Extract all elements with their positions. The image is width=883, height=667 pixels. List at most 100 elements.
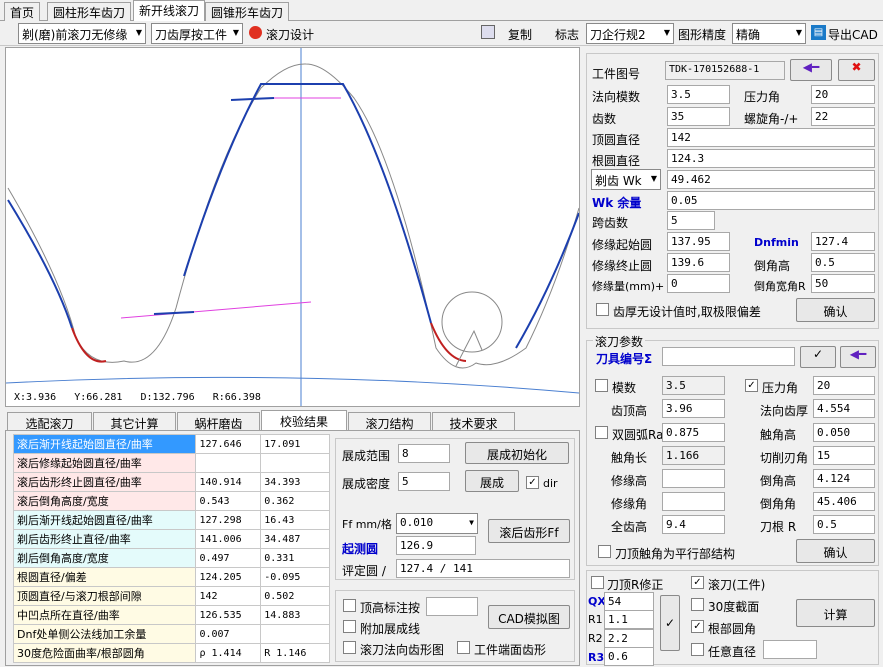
result-row[interactable]: 剃后齿形终止直径/曲率 141.006 34.487 [12, 529, 330, 549]
result-name[interactable]: 中凹点所在直径/曲率 [12, 605, 197, 625]
precision-combo[interactable]: 精确 [732, 23, 806, 44]
result-value-1[interactable]: 142 [195, 586, 262, 606]
normal-thick-input[interactable]: 4.554 [813, 399, 875, 418]
wk-margin-input[interactable]: 0.05 [667, 191, 875, 210]
generate-button[interactable]: 展成 [465, 470, 519, 492]
hob-normal-checkbox[interactable] [343, 641, 356, 654]
hob-pressure-checkbox[interactable]: ✓ [745, 379, 758, 392]
result-value-1[interactable]: 127.298 [195, 510, 262, 530]
result-value-2[interactable]: 34.487 [260, 529, 330, 549]
hob-module-input[interactable]: 3.5 [662, 376, 725, 395]
qx-input[interactable]: 54 [604, 592, 654, 611]
mod-h-input[interactable] [662, 469, 725, 488]
r1-input[interactable]: 1.1 [604, 610, 654, 629]
tab-tech-requirements[interactable]: 技术要求 [432, 412, 515, 431]
result-value-1[interactable]: 126.535 [195, 605, 262, 625]
result-value-2[interactable]: 14.883 [260, 605, 330, 625]
drawing-no-input[interactable]: TDK-170152688-1 [665, 61, 785, 80]
pressure-input[interactable]: 20 [811, 85, 875, 104]
result-value-2[interactable]: 0.362 [260, 491, 330, 511]
hob-chamfer-h-input[interactable]: 4.124 [813, 469, 875, 488]
generation-init-button[interactable]: 展成初始化 [465, 442, 569, 464]
result-name[interactable]: 30度危险面曲率/根部圆角 [12, 643, 197, 663]
hob-code-input[interactable] [662, 347, 795, 366]
result-row[interactable]: 中凹点所在直径/曲率 126.535 14.883 [12, 605, 330, 625]
ff-combo[interactable]: 0.010 [396, 513, 478, 534]
tab-cone-shaper[interactable]: 圆锥形车齿刀 [205, 2, 290, 21]
result-row[interactable]: Dnf处单侧公法线加工余量 0.007 [12, 624, 330, 644]
tip-mark-input[interactable] [426, 597, 478, 616]
tab-involute-hob[interactable]: 新开线滚刀 [133, 0, 206, 22]
dnfmin-input[interactable]: 127.4 [811, 232, 875, 251]
tab-other-calc[interactable]: 其它计算 [93, 412, 176, 431]
tab-cylinder-shaper[interactable]: 圆柱形车齿刀 [47, 2, 132, 21]
tip-h-input[interactable]: 0.050 [813, 423, 875, 442]
result-value-2[interactable]: 17.091 [260, 434, 330, 454]
r3-input[interactable]: 0.6 [604, 647, 654, 666]
chamfer-h-input[interactable]: 0.5 [811, 253, 875, 272]
result-name[interactable]: 滚后齿形终止圆直径/曲率 [12, 472, 197, 492]
result-value-2[interactable]: 0.502 [260, 586, 330, 606]
deg30-checkbox[interactable] [691, 598, 704, 611]
calc-apply-button[interactable]: ✓ [660, 595, 680, 651]
ff-after-hob-button[interactable]: 滚后齿形Ff [488, 519, 570, 543]
eval-circle-input[interactable]: 127.4 / 141 [396, 559, 570, 578]
mark-combo[interactable]: 刀企行规2 [586, 23, 674, 44]
tip-len-input[interactable]: 1.166 [662, 446, 725, 465]
mod-start-input[interactable]: 137.95 [667, 232, 730, 251]
span-input[interactable]: 5 [667, 211, 715, 230]
teeth-input[interactable]: 35 [667, 107, 730, 126]
result-value-1[interactable]: 140.914 [195, 472, 262, 492]
result-row[interactable]: 滚后倒角高度/宽度 0.543 0.362 [12, 491, 330, 511]
double-arc-checkbox[interactable] [595, 426, 608, 439]
result-value-2[interactable]: 0.331 [260, 548, 330, 568]
addendum-input[interactable]: 3.96 [662, 399, 725, 418]
result-value-2[interactable]: R 1.146 [260, 643, 330, 663]
result-value-1[interactable]: ρ 1.414 [195, 643, 262, 663]
mod-a-input[interactable] [662, 492, 725, 511]
check-results-grid[interactable]: 滚后渐开线起始圆直径/曲率 127.646 17.091 滚后修缘起始圆直径/曲率 滚后… [12, 434, 330, 663]
export-cad-button[interactable]: 导出CAD [828, 26, 878, 43]
tab-home[interactable]: 首页 [4, 2, 41, 21]
density-spinner[interactable]: 5 [398, 472, 450, 491]
tab-check-results[interactable]: 校验结果 [261, 410, 347, 431]
any-dia-checkbox[interactable] [691, 643, 704, 656]
result-row[interactable]: 滚后修缘起始圆直径/曲率 [12, 453, 330, 473]
result-row[interactable]: 滚后齿形终止圆直径/曲率 140.914 34.393 [12, 472, 330, 492]
result-value-1[interactable]: 124.205 [195, 567, 262, 587]
work-end-checkbox[interactable] [457, 641, 470, 654]
result-name[interactable]: 顶圆直径/与滚刀根部间隙 [12, 586, 197, 606]
result-name[interactable]: Dnf处单侧公法线加工余量 [12, 624, 197, 644]
root-r-input[interactable]: 0.5 [813, 515, 875, 534]
hob-module-checkbox[interactable] [595, 379, 608, 392]
result-value-1[interactable]: 141.006 [195, 529, 262, 549]
tab-hob-structure[interactable]: 滚刀结构 [348, 412, 431, 431]
result-value-2[interactable]: -0.095 [260, 567, 330, 587]
mod-amount-input[interactable]: 0 [667, 274, 730, 293]
extra-gen-checkbox[interactable] [343, 620, 356, 633]
result-value-1[interactable]: 0.497 [195, 548, 262, 568]
result-name[interactable]: 剃后倒角高度/宽度 [12, 548, 197, 568]
measure-circle-input[interactable]: 126.9 [396, 536, 476, 555]
result-row[interactable]: 根圆直径/偏差 124.205 -0.095 [12, 567, 330, 587]
root-fillet-checkbox[interactable]: ✓ [691, 620, 704, 633]
result-value-2[interactable] [260, 453, 330, 473]
hob-work-checkbox[interactable]: ✓ [691, 576, 704, 589]
delete-button[interactable]: ✖ [838, 59, 875, 81]
hob-ok-button[interactable]: 确认 [796, 539, 875, 563]
result-value-1[interactable]: 127.646 [195, 434, 262, 454]
tab-worm-grinding[interactable]: 蜗杆磨齿 [177, 412, 260, 431]
result-row[interactable]: 顶圆直径/与滚刀根部间隙 142 0.502 [12, 586, 330, 606]
hob-confirm-button[interactable]: ✓ [800, 346, 836, 368]
any-dia-input[interactable] [763, 640, 817, 659]
result-name[interactable]: 根圆直径/偏差 [12, 567, 197, 587]
result-value-1[interactable]: 0.007 [195, 624, 262, 644]
cad-sim-button[interactable]: CAD模拟图 [488, 605, 570, 629]
wk-combo[interactable]: 剃齿 Wk [591, 169, 661, 190]
thickness-combo[interactable]: 刀齿厚按工件 [151, 23, 243, 44]
calculate-button[interactable]: 计算 [796, 599, 875, 627]
result-name[interactable]: 滚后倒角高度/宽度 [12, 491, 197, 511]
result-row[interactable]: 剃后渐开线起始圆直径/曲率 127.298 16.43 [12, 510, 330, 530]
hob-chamfer-a-input[interactable]: 45.406 [813, 492, 875, 511]
mode-combo[interactable]: 剃(磨)前滚刀无修缘 [18, 23, 146, 44]
